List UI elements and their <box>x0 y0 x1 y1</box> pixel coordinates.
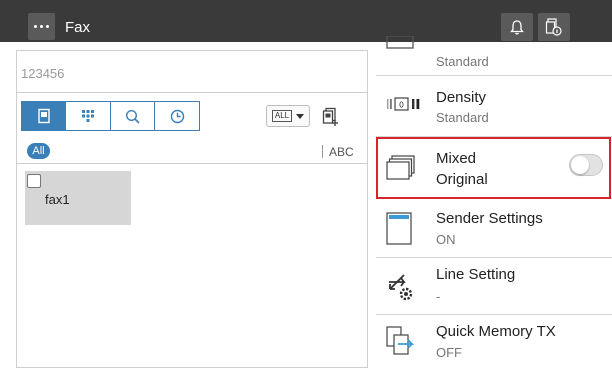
keypad-icon <box>82 110 94 122</box>
destination-checkbox[interactable] <box>27 174 41 188</box>
tab-search[interactable] <box>110 101 155 131</box>
setting-value: Standard <box>436 54 489 69</box>
destination-label: fax1 <box>45 192 70 207</box>
add-destination-icon <box>322 107 338 126</box>
setting-sender-settings[interactable]: Sender Settings ON <box>376 199 612 258</box>
setting-resolution[interactable]: Standard <box>376 36 612 76</box>
bell-icon <box>510 19 524 35</box>
divider <box>322 145 323 158</box>
fax-number-field[interactable]: 123456 <box>17 51 367 93</box>
quick-memory-tx-icon <box>386 326 415 355</box>
svg-text:0: 0 <box>399 101 404 110</box>
chevron-down-icon <box>296 113 305 119</box>
setting-line-setting[interactable]: Line Setting - <box>376 258 612 315</box>
setting-value: ON <box>436 232 456 247</box>
destination-tile[interactable]: fax1 <box>25 171 131 225</box>
line-setting-icon <box>389 274 413 301</box>
notification-button[interactable] <box>501 13 533 41</box>
setting-value: Standard <box>436 110 489 125</box>
index-filter-dropdown[interactable]: ALL <box>266 105 310 127</box>
mixed-original-highlight <box>376 137 611 199</box>
destination-toolbar: ALL <box>17 101 367 131</box>
app-title: Fax <box>65 19 91 36</box>
job-status-button[interactable] <box>538 13 570 41</box>
history-icon <box>170 109 184 123</box>
fax-address-book-icon <box>37 108 50 124</box>
filter-abc[interactable]: ABC <box>329 145 354 159</box>
tab-keypad[interactable] <box>65 101 111 131</box>
setting-title: Density <box>436 89 487 106</box>
more-icon <box>34 25 37 28</box>
resolution-icon <box>386 36 414 49</box>
more-menu-button[interactable] <box>28 13 55 40</box>
setting-value: OFF <box>436 345 462 360</box>
setting-title: Sender Settings <box>436 210 543 227</box>
add-destination-button[interactable] <box>320 106 342 128</box>
density-icon: 0 <box>387 97 420 111</box>
setting-title: Line Setting <box>436 266 516 283</box>
search-icon <box>125 109 140 124</box>
setting-density[interactable]: 0 Density Standard <box>376 76 612 137</box>
setting-value: - <box>436 289 441 304</box>
job-status-icon <box>545 18 562 36</box>
top-bar: Fax <box>0 0 612 42</box>
setting-quick-memory-tx[interactable]: Quick Memory TX OFF <box>376 315 612 369</box>
index-filter-row: All ABC <box>17 142 367 164</box>
filter-all-chip[interactable]: All <box>27 143 50 159</box>
settings-panel: Standard 0 Density Standard Mixed Origin… <box>376 36 612 369</box>
tab-history[interactable] <box>154 101 200 131</box>
all-index-label: ALL <box>271 110 293 122</box>
destination-panel: 123456 ALL All ABC fax1 <box>16 50 368 368</box>
setting-title: Quick Memory TX <box>436 323 556 340</box>
sender-settings-icon <box>386 212 412 245</box>
tab-address-book[interactable] <box>21 101 66 131</box>
